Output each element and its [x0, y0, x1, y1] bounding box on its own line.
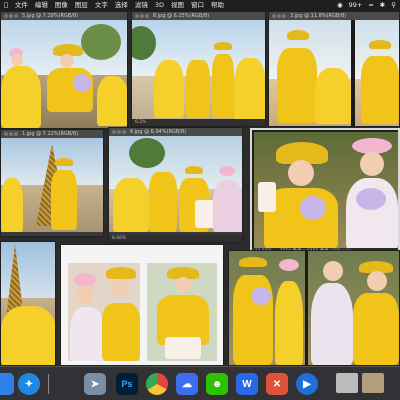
minimized-window-thumb-2[interactable] [362, 373, 384, 393]
window-title: 3.jpg @ 11.8%(RGB/8) [290, 13, 347, 19]
launchpad-icon[interactable]: ➤ [84, 373, 106, 395]
window-title-bar[interactable]: 6.jpg @ 6.94%(RGB/8) [109, 128, 242, 136]
dock-separator [48, 374, 49, 394]
photo-canvas[interactable] [1, 242, 55, 365]
wifi-icon[interactable]: ≈ [368, 0, 373, 11]
document-window-eiffel[interactable] [0, 241, 56, 366]
wps-icon[interactable]: W [236, 373, 258, 395]
window-title-bar[interactable]: 3.jpg @ 11.8%(RGB/8) [269, 12, 399, 20]
zoom-label: 6.2% [132, 119, 265, 126]
menu-edit[interactable]: 编辑 [35, 0, 48, 11]
window-title: 6.jpg @ 6.94%(RGB/8) [130, 129, 187, 135]
document-window-portraits[interactable] [60, 244, 224, 366]
wechat-icon[interactable]: ☻ [206, 373, 228, 395]
finder-icon[interactable] [0, 373, 14, 395]
menu-window[interactable]: 窗口 [191, 0, 204, 11]
bluetooth-icon[interactable]: ✱ [380, 0, 385, 11]
photoshop-icon[interactable]: Ps [116, 373, 138, 395]
minimized-window-thumb-1[interactable] [336, 373, 358, 393]
window-title: 1.jpg @ 7.12%(RGB/8) [22, 131, 79, 137]
document-window-couple[interactable] [228, 250, 400, 366]
safari-icon[interactable]: ✦ [18, 373, 40, 395]
document-window-5[interactable]: 5.jpg @ 7.29%(RGB/8) [0, 11, 128, 129]
photo-canvas[interactable] [132, 20, 265, 121]
window-title-bar[interactable]: 5.jpg @ 7.29%(RGB/8) [1, 12, 127, 20]
battery-indicator[interactable]: 99+ [349, 0, 363, 11]
menu-image[interactable]: 图像 [55, 0, 68, 11]
window-title: 8.jpg @ 6.25%(RGB/8) [153, 13, 210, 19]
xd-icon[interactable]: ✕ [266, 373, 288, 395]
window-title-bar[interactable]: 8.jpg @ 6.25%(RGB/8) [132, 12, 265, 20]
photo-canvas-main[interactable] [254, 132, 398, 250]
photo-canvas[interactable] [269, 20, 399, 126]
photo-canvas[interactable] [109, 136, 242, 232]
window-title: 5.jpg @ 7.29%(RGB/8) [22, 13, 79, 19]
menu-type[interactable]: 文字 [95, 0, 108, 11]
dock: ✦ ➤ Ps ☁ ☻ W ✕ ▶ [0, 366, 400, 400]
menu-layer[interactable]: 图层 [75, 0, 88, 11]
menu-file[interactable]: 文件 [15, 0, 28, 11]
photo-canvas-right[interactable] [147, 263, 217, 361]
menu-view[interactable]: 视图 [171, 0, 184, 11]
document-window-1[interactable]: 1.jpg @ 7.12%(RGB/8) [0, 129, 104, 237]
menu-select[interactable]: 选择 [115, 0, 128, 11]
quicktime-icon[interactable]: ▶ [296, 373, 318, 395]
photo-canvas[interactable] [1, 20, 127, 128]
document-window-main[interactable]: 11.59% 7659 像素 x 6468 像素 (300 ppi) [250, 128, 400, 258]
menu-filter[interactable]: 滤镜 [135, 0, 148, 11]
search-icon[interactable]: ⚲ [391, 0, 396, 11]
menu-3d[interactable]: 3D [155, 0, 164, 11]
wechat-status-icon[interactable]: ◉ [337, 0, 343, 11]
menu-help[interactable]: 帮助 [211, 0, 224, 11]
chrome-icon[interactable] [146, 373, 168, 395]
window-title-bar[interactable]: 1.jpg @ 7.12%(RGB/8) [1, 130, 103, 138]
baidu-netdisk-icon[interactable]: ☁ [176, 373, 198, 395]
photo-canvas[interactable] [1, 138, 103, 232]
photo-canvas[interactable] [229, 251, 399, 365]
zoom-label: 6.66% [109, 235, 242, 242]
menu-bar:  文件 编辑 图像 图层 文字 选择 滤镜 3D 视图 窗口 帮助 ◉ 99+… [0, 0, 400, 11]
document-window-3[interactable]: 3.jpg @ 11.8%(RGB/8) [268, 11, 400, 127]
photo-canvas-left[interactable] [68, 263, 140, 361]
apple-icon[interactable]:  [4, 0, 8, 11]
document-window-8[interactable]: 8.jpg @ 6.25%(RGB/8) 6.2% [131, 11, 266, 127]
document-window-6[interactable]: 6.jpg @ 6.94%(RGB/8) 6.66% [108, 127, 243, 243]
